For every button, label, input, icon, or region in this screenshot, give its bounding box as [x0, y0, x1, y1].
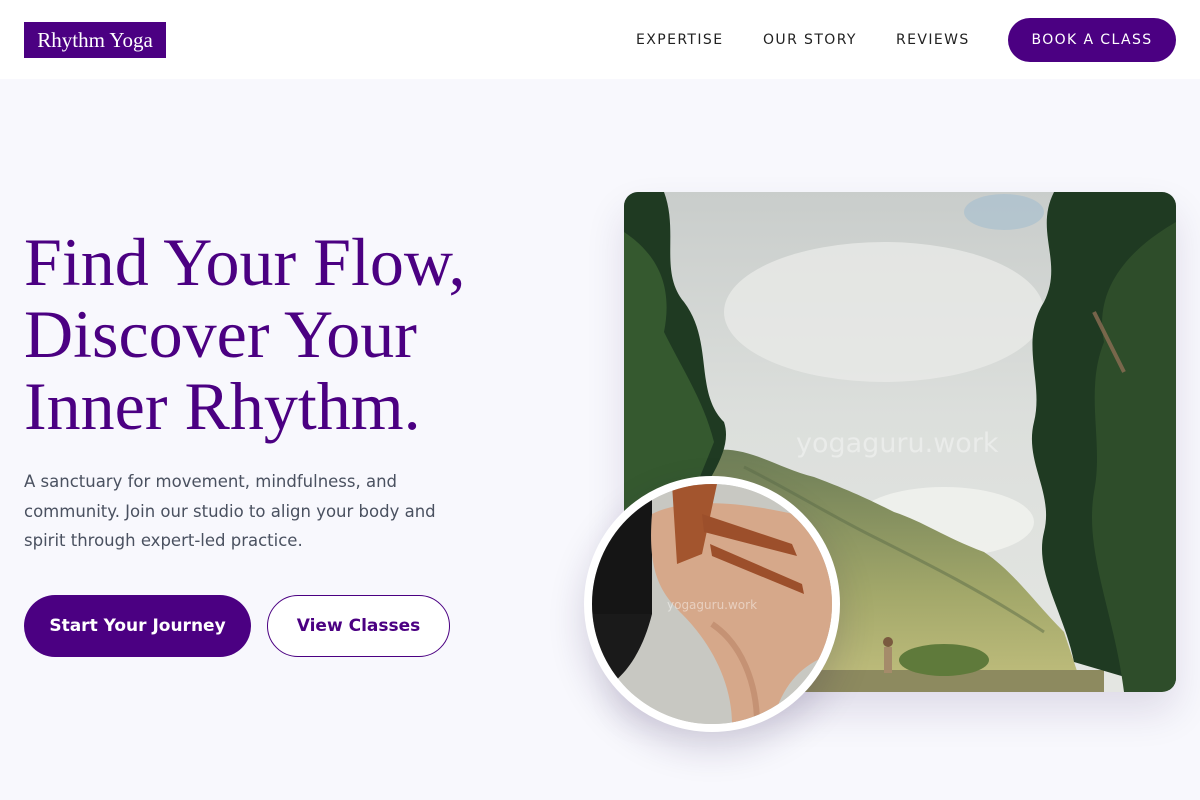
hero-circle-image: [584, 476, 840, 732]
headline-line-3: Inner Rhythm.: [24, 368, 421, 444]
view-classes-button[interactable]: View Classes: [267, 595, 450, 657]
book-a-class-button[interactable]: BOOK A CLASS: [1008, 18, 1176, 62]
start-your-journey-button[interactable]: Start Your Journey: [24, 595, 251, 657]
yoga-pose-illustration: [592, 484, 832, 724]
hero-subtext: A sanctuary for movement, mindfulness, a…: [24, 472, 436, 550]
headline-line-1: Find Your Flow,: [24, 224, 466, 300]
nav-link-our-story[interactable]: OUR STORY: [763, 29, 857, 51]
site-header: Rhythm Yoga EXPERTISE OUR STORY REVIEWS …: [0, 0, 1200, 79]
brand-logo[interactable]: Rhythm Yoga: [24, 22, 166, 58]
headline-line-2: Discover Your: [24, 296, 417, 372]
nav-link-expertise[interactable]: EXPERTISE: [636, 29, 723, 51]
nav-link-reviews[interactable]: REVIEWS: [896, 29, 970, 51]
hero-headline: Find Your Flow, Discover Your Inner Rhyt…: [24, 226, 544, 442]
